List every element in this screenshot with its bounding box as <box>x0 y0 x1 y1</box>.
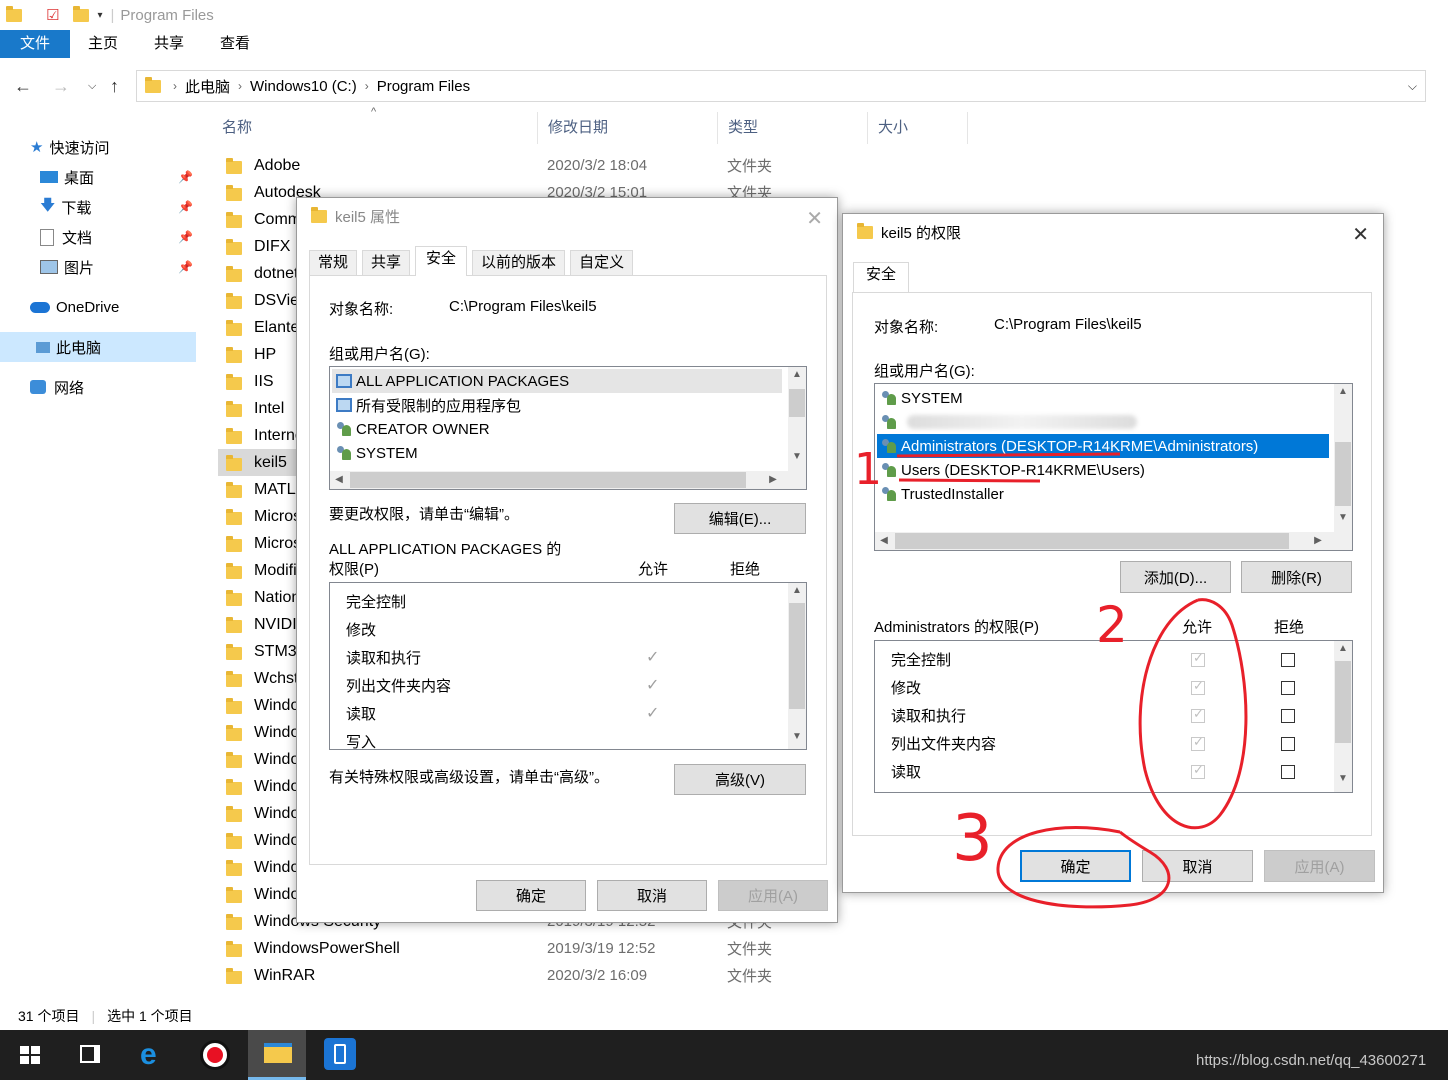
tab-security[interactable]: 安全 <box>853 262 910 292</box>
file-explorer-icon <box>264 1043 292 1063</box>
annotation-oval-ok <box>996 826 1171 909</box>
tab-security[interactable]: 安全 <box>415 246 468 276</box>
annotation-number-1: 1 <box>854 444 882 495</box>
taskbar: e https://blog.csdn.net/qq_43600271 <box>0 1030 1448 1080</box>
annotation-oval-allow <box>1138 598 1248 830</box>
windows-start-icon[interactable] <box>20 1046 40 1064</box>
permissions-tabs: 安全 <box>853 262 910 292</box>
phone-app-icon[interactable] <box>324 1038 356 1070</box>
annotation-underline <box>896 452 1121 458</box>
annotation-underline <box>898 478 1041 483</box>
annotation-number-3: 3 <box>952 802 993 876</box>
file-explorer-taskbar-button[interactable] <box>248 1030 306 1080</box>
edge-icon[interactable]: e <box>140 1040 157 1070</box>
record-icon[interactable] <box>200 1040 230 1070</box>
annotation-number-2: 2 <box>1096 596 1128 654</box>
watermark-text: https://blog.csdn.net/qq_43600271 <box>1196 1052 1427 1069</box>
task-view-icon[interactable] <box>80 1045 100 1063</box>
annotation-layer: 1 2 3 <box>854 444 1248 909</box>
